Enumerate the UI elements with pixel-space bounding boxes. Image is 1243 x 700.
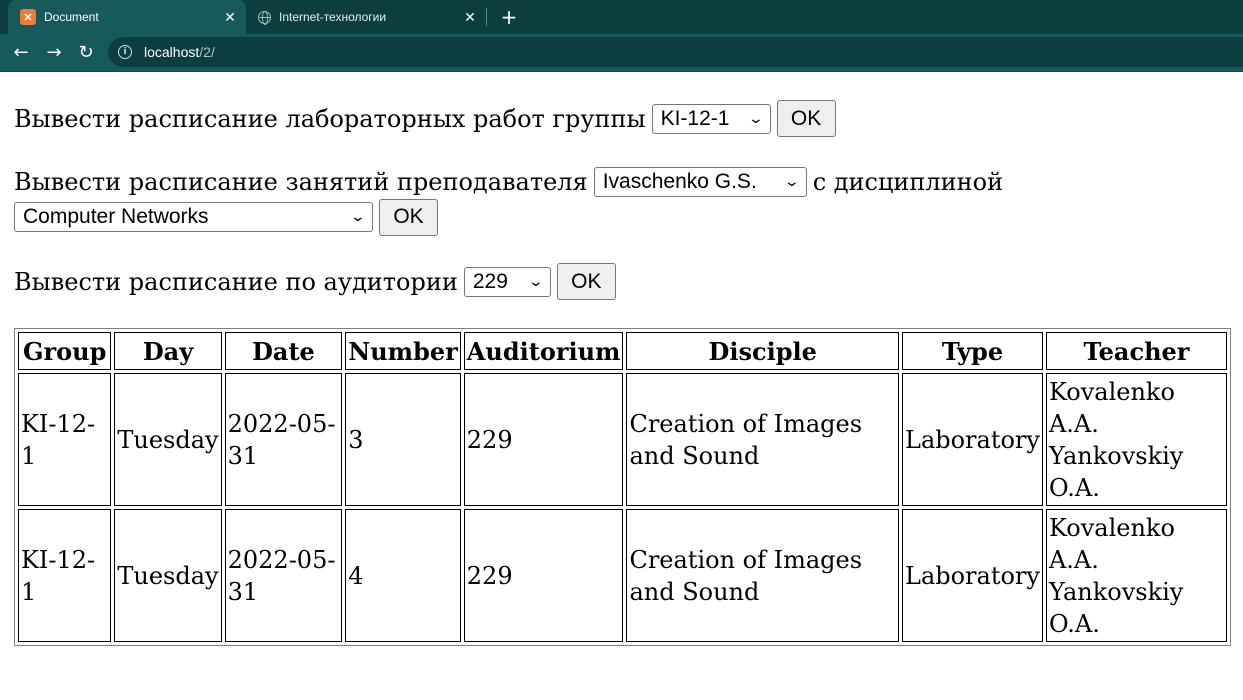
group-ok-button[interactable]: OK bbox=[776, 100, 836, 137]
discipline-select-value: Computer Networks bbox=[23, 205, 209, 228]
column-header: Group bbox=[18, 332, 112, 370]
auditorium-form-label: Вывести расписание по аудитории bbox=[14, 267, 458, 296]
teacher-ok-button[interactable]: OK bbox=[379, 198, 438, 236]
close-tab-icon[interactable]: ✕ bbox=[218, 9, 242, 26]
cell-type: Laboratory bbox=[902, 373, 1043, 506]
teacher-select[interactable]: Ivaschenko G.S. ⌄ bbox=[593, 167, 807, 197]
tab-document[interactable]: ✕ Document ✕ bbox=[8, 0, 246, 34]
cell-teacher: Kovalenko A.A. Yankovskiy O.A. bbox=[1045, 509, 1227, 642]
group-select[interactable]: KI-12-1 ⌄ bbox=[651, 103, 771, 134]
table-row: KI-12-1 Tuesday 2022-05-31 3 229 Creatio… bbox=[18, 373, 1227, 506]
forward-arrow-icon[interactable]: → bbox=[42, 40, 66, 64]
auditorium-form: Вывести расписание по аудитории 229 ⌄ OK bbox=[14, 263, 1229, 300]
auditorium-select[interactable]: 229 ⌄ bbox=[463, 266, 551, 297]
group-form-label: Вывести расписание лабораторных работ гр… bbox=[14, 104, 646, 133]
tab-divider bbox=[486, 8, 487, 26]
cell-date: 2022-05-31 bbox=[224, 509, 343, 642]
discipline-label: с дисциплиной bbox=[812, 168, 1004, 196]
schedule-table: Group Day Date Number Auditorium Discipl… bbox=[14, 328, 1231, 646]
cell-discipline: Creation of Images and Sound bbox=[626, 373, 899, 506]
cell-number: 4 bbox=[345, 509, 461, 642]
tab-internet-tech[interactable]: Internet-технологии ✕ bbox=[246, 0, 486, 34]
tab-title: Document bbox=[44, 10, 99, 24]
column-header: Type bbox=[902, 332, 1043, 370]
teacher-form-label: Вывести расписание занятий преподавателя bbox=[14, 168, 588, 196]
column-header: Day bbox=[114, 332, 222, 370]
discipline-select[interactable]: Computer Networks ⌄ bbox=[14, 202, 373, 232]
cell-discipline: Creation of Images and Sound bbox=[626, 509, 899, 642]
chevron-down-icon: ⌄ bbox=[527, 273, 545, 290]
close-tab-icon[interactable]: ✕ bbox=[458, 9, 482, 26]
cell-date: 2022-05-31 bbox=[224, 373, 343, 506]
column-header: Auditorium bbox=[463, 332, 624, 370]
tab-title: Internet-технологии bbox=[279, 10, 387, 24]
group-select-value: KI-12-1 bbox=[660, 106, 730, 130]
cell-auditorium: 229 bbox=[463, 373, 624, 506]
reload-icon[interactable]: ↻ bbox=[74, 40, 98, 64]
cell-number: 3 bbox=[345, 373, 461, 506]
discipline-row: Computer Networks ⌄ OK bbox=[14, 198, 1229, 236]
column-header: Disciple bbox=[626, 332, 899, 370]
teacher-form: Вывести расписание занятий преподавателя… bbox=[14, 166, 1229, 198]
group-form: Вывести расписание лабораторных работ гр… bbox=[14, 100, 1229, 137]
chevron-down-icon: ⌄ bbox=[783, 174, 801, 190]
auditorium-select-value: 229 bbox=[472, 269, 508, 293]
globe-icon bbox=[258, 10, 271, 25]
address-bar[interactable]: i localhost/2/ bbox=[108, 37, 1243, 67]
column-header: Teacher bbox=[1045, 332, 1227, 370]
cell-day: Tuesday bbox=[114, 509, 222, 642]
table-header-row: Group Day Date Number Auditorium Discipl… bbox=[18, 332, 1227, 370]
teacher-select-value: Ivaschenko G.S. bbox=[602, 170, 757, 193]
chevron-down-icon: ⌄ bbox=[349, 209, 367, 225]
cell-group: KI-12-1 bbox=[18, 373, 112, 506]
cell-auditorium: 229 bbox=[463, 509, 624, 642]
page-content: Вывести расписание лабораторных работ гр… bbox=[0, 100, 1243, 300]
column-header: Number bbox=[345, 332, 461, 370]
back-arrow-icon[interactable]: ← bbox=[9, 40, 33, 64]
chevron-down-icon: ⌄ bbox=[747, 110, 764, 127]
address-url: localhost/2/ bbox=[144, 44, 215, 60]
new-tab-button[interactable]: + bbox=[496, 3, 522, 31]
cell-type: Laboratory bbox=[902, 509, 1043, 642]
browser-toolbar: ← → ↻ i localhost/2/ bbox=[0, 34, 1243, 72]
site-info-icon[interactable]: i bbox=[118, 45, 132, 59]
xampp-favicon-icon: ✕ bbox=[20, 9, 36, 25]
tab-strip: ✕ Document ✕ Internet-технологии ✕ + bbox=[0, 0, 1243, 34]
table-row: KI-12-1 Tuesday 2022-05-31 4 229 Creatio… bbox=[18, 509, 1227, 642]
cell-group: KI-12-1 bbox=[18, 509, 112, 642]
cell-day: Tuesday bbox=[114, 373, 222, 506]
cell-teacher: Kovalenko A.A. Yankovskiy O.A. bbox=[1045, 373, 1227, 506]
auditorium-ok-button[interactable]: OK bbox=[556, 263, 616, 300]
column-header: Date bbox=[224, 332, 343, 370]
